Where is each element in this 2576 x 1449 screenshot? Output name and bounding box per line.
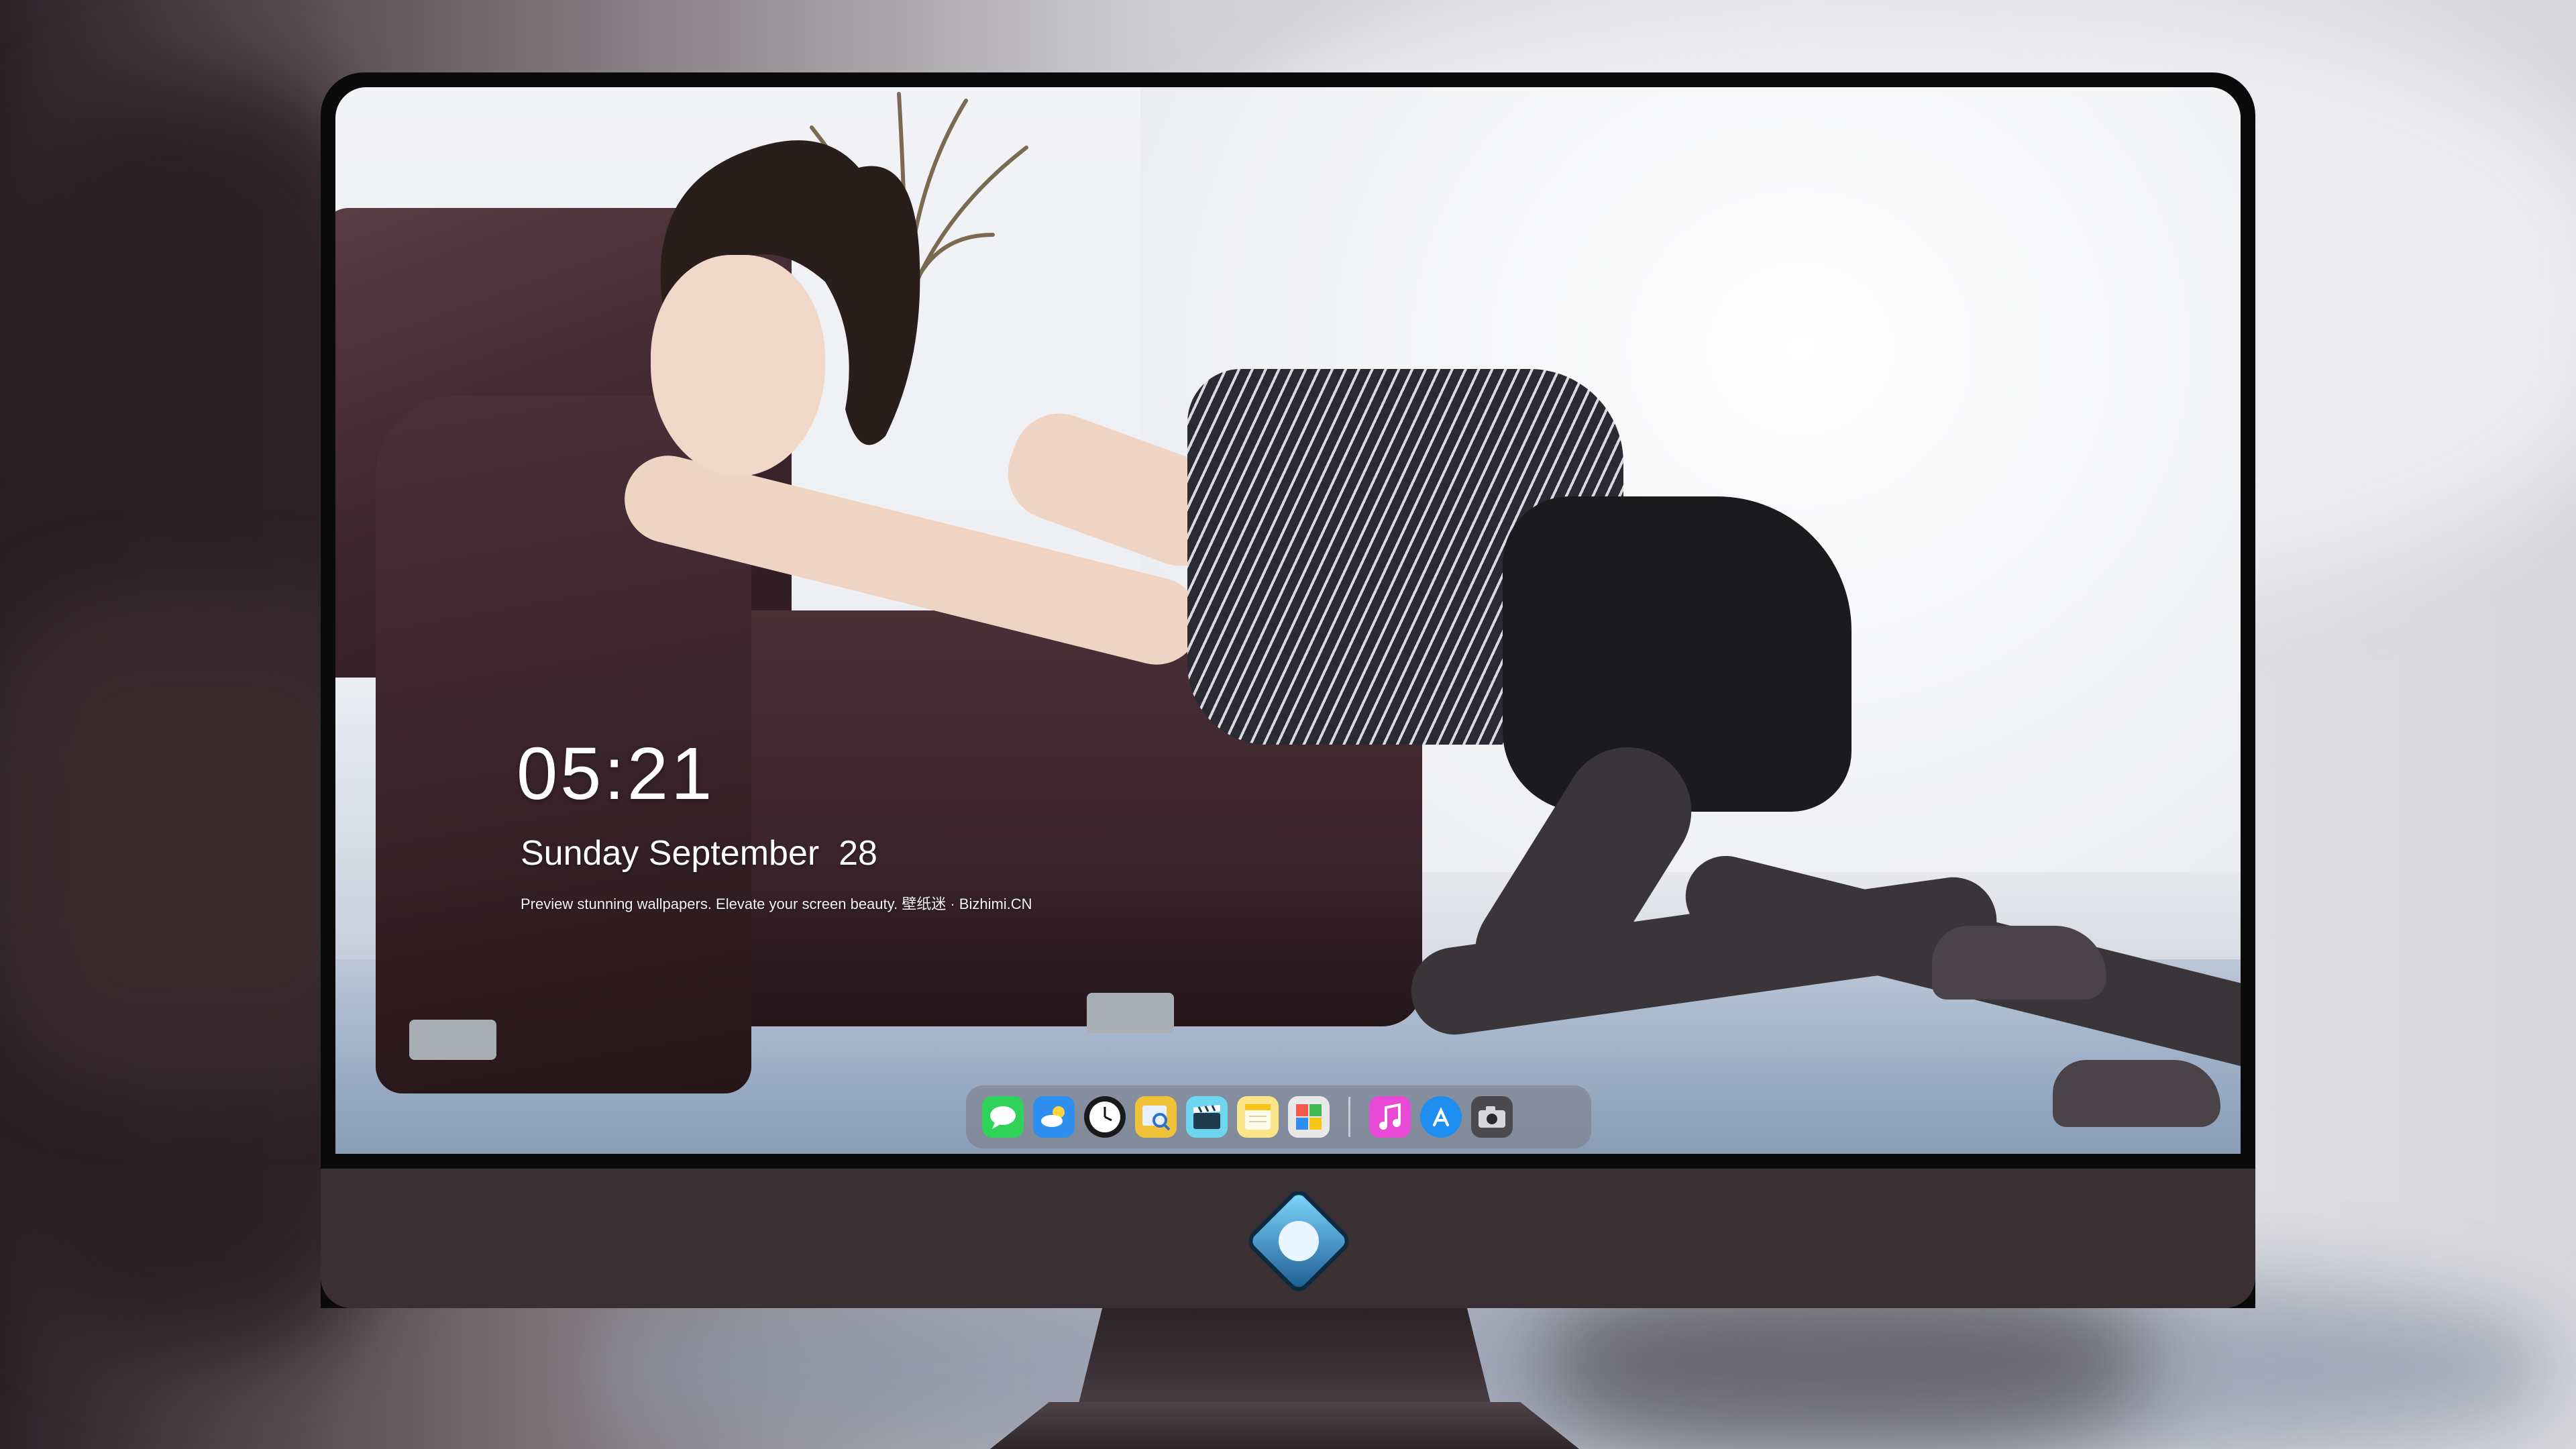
cloud-sun-icon xyxy=(1041,1106,1065,1127)
camera-icon xyxy=(1479,1106,1505,1128)
photo-booth-app-icon[interactable] xyxy=(1288,1096,1330,1138)
weather-app-icon[interactable] xyxy=(1033,1096,1075,1138)
wallpaper-person-foot xyxy=(1932,926,2106,1000)
monitor-stand-base xyxy=(990,1402,1579,1449)
lockscreen-date: Sunday September 28 xyxy=(521,834,877,873)
camera-app-icon[interactable] xyxy=(1471,1096,1513,1138)
wallpaper-sofa-leg xyxy=(1087,993,1174,1033)
video-app-icon[interactable] xyxy=(1186,1096,1228,1138)
brand-logo-icon xyxy=(1243,1185,1354,1297)
notes-icon xyxy=(1245,1104,1271,1130)
clock-app-icon[interactable] xyxy=(1084,1096,1126,1138)
lockscreen-time: 05:21 xyxy=(517,733,715,815)
monitor-chin xyxy=(321,1169,2255,1308)
messages-app-icon[interactable] xyxy=(982,1096,1024,1138)
photo-grid-icon xyxy=(1296,1104,1322,1130)
lockscreen-tagline: Preview stunning wallpapers. Elevate you… xyxy=(521,896,1032,912)
logo-mascot-face xyxy=(1270,1212,1328,1270)
app-store-icon xyxy=(1433,1107,1449,1126)
music-app-icon[interactable] xyxy=(1369,1096,1411,1138)
dock-separator xyxy=(1348,1097,1350,1137)
message-bubble-icon xyxy=(990,1106,1016,1129)
wallpaper-person-foot xyxy=(2053,1060,2220,1127)
clapperboard-icon xyxy=(1193,1105,1220,1129)
music-note-icon xyxy=(1379,1103,1401,1130)
monitor: 05:21 Sunday September 28 Preview stunni… xyxy=(321,72,2255,1308)
monitor-stand-neck xyxy=(1077,1308,1492,1409)
preview-app-icon[interactable] xyxy=(1135,1096,1177,1138)
magnifier-photo-icon xyxy=(1142,1106,1171,1131)
dock xyxy=(966,1085,1591,1148)
screen: 05:21 Sunday September 28 Preview stunni… xyxy=(335,87,2241,1154)
wallpaper-person-face xyxy=(651,255,825,476)
notes-app-icon[interactable] xyxy=(1237,1096,1279,1138)
wallpaper-person-skirt xyxy=(1503,496,1851,812)
clock-icon xyxy=(1089,1102,1120,1132)
wallpaper-sofa-leg xyxy=(409,1020,496,1060)
app-store-app-icon[interactable] xyxy=(1420,1096,1462,1138)
